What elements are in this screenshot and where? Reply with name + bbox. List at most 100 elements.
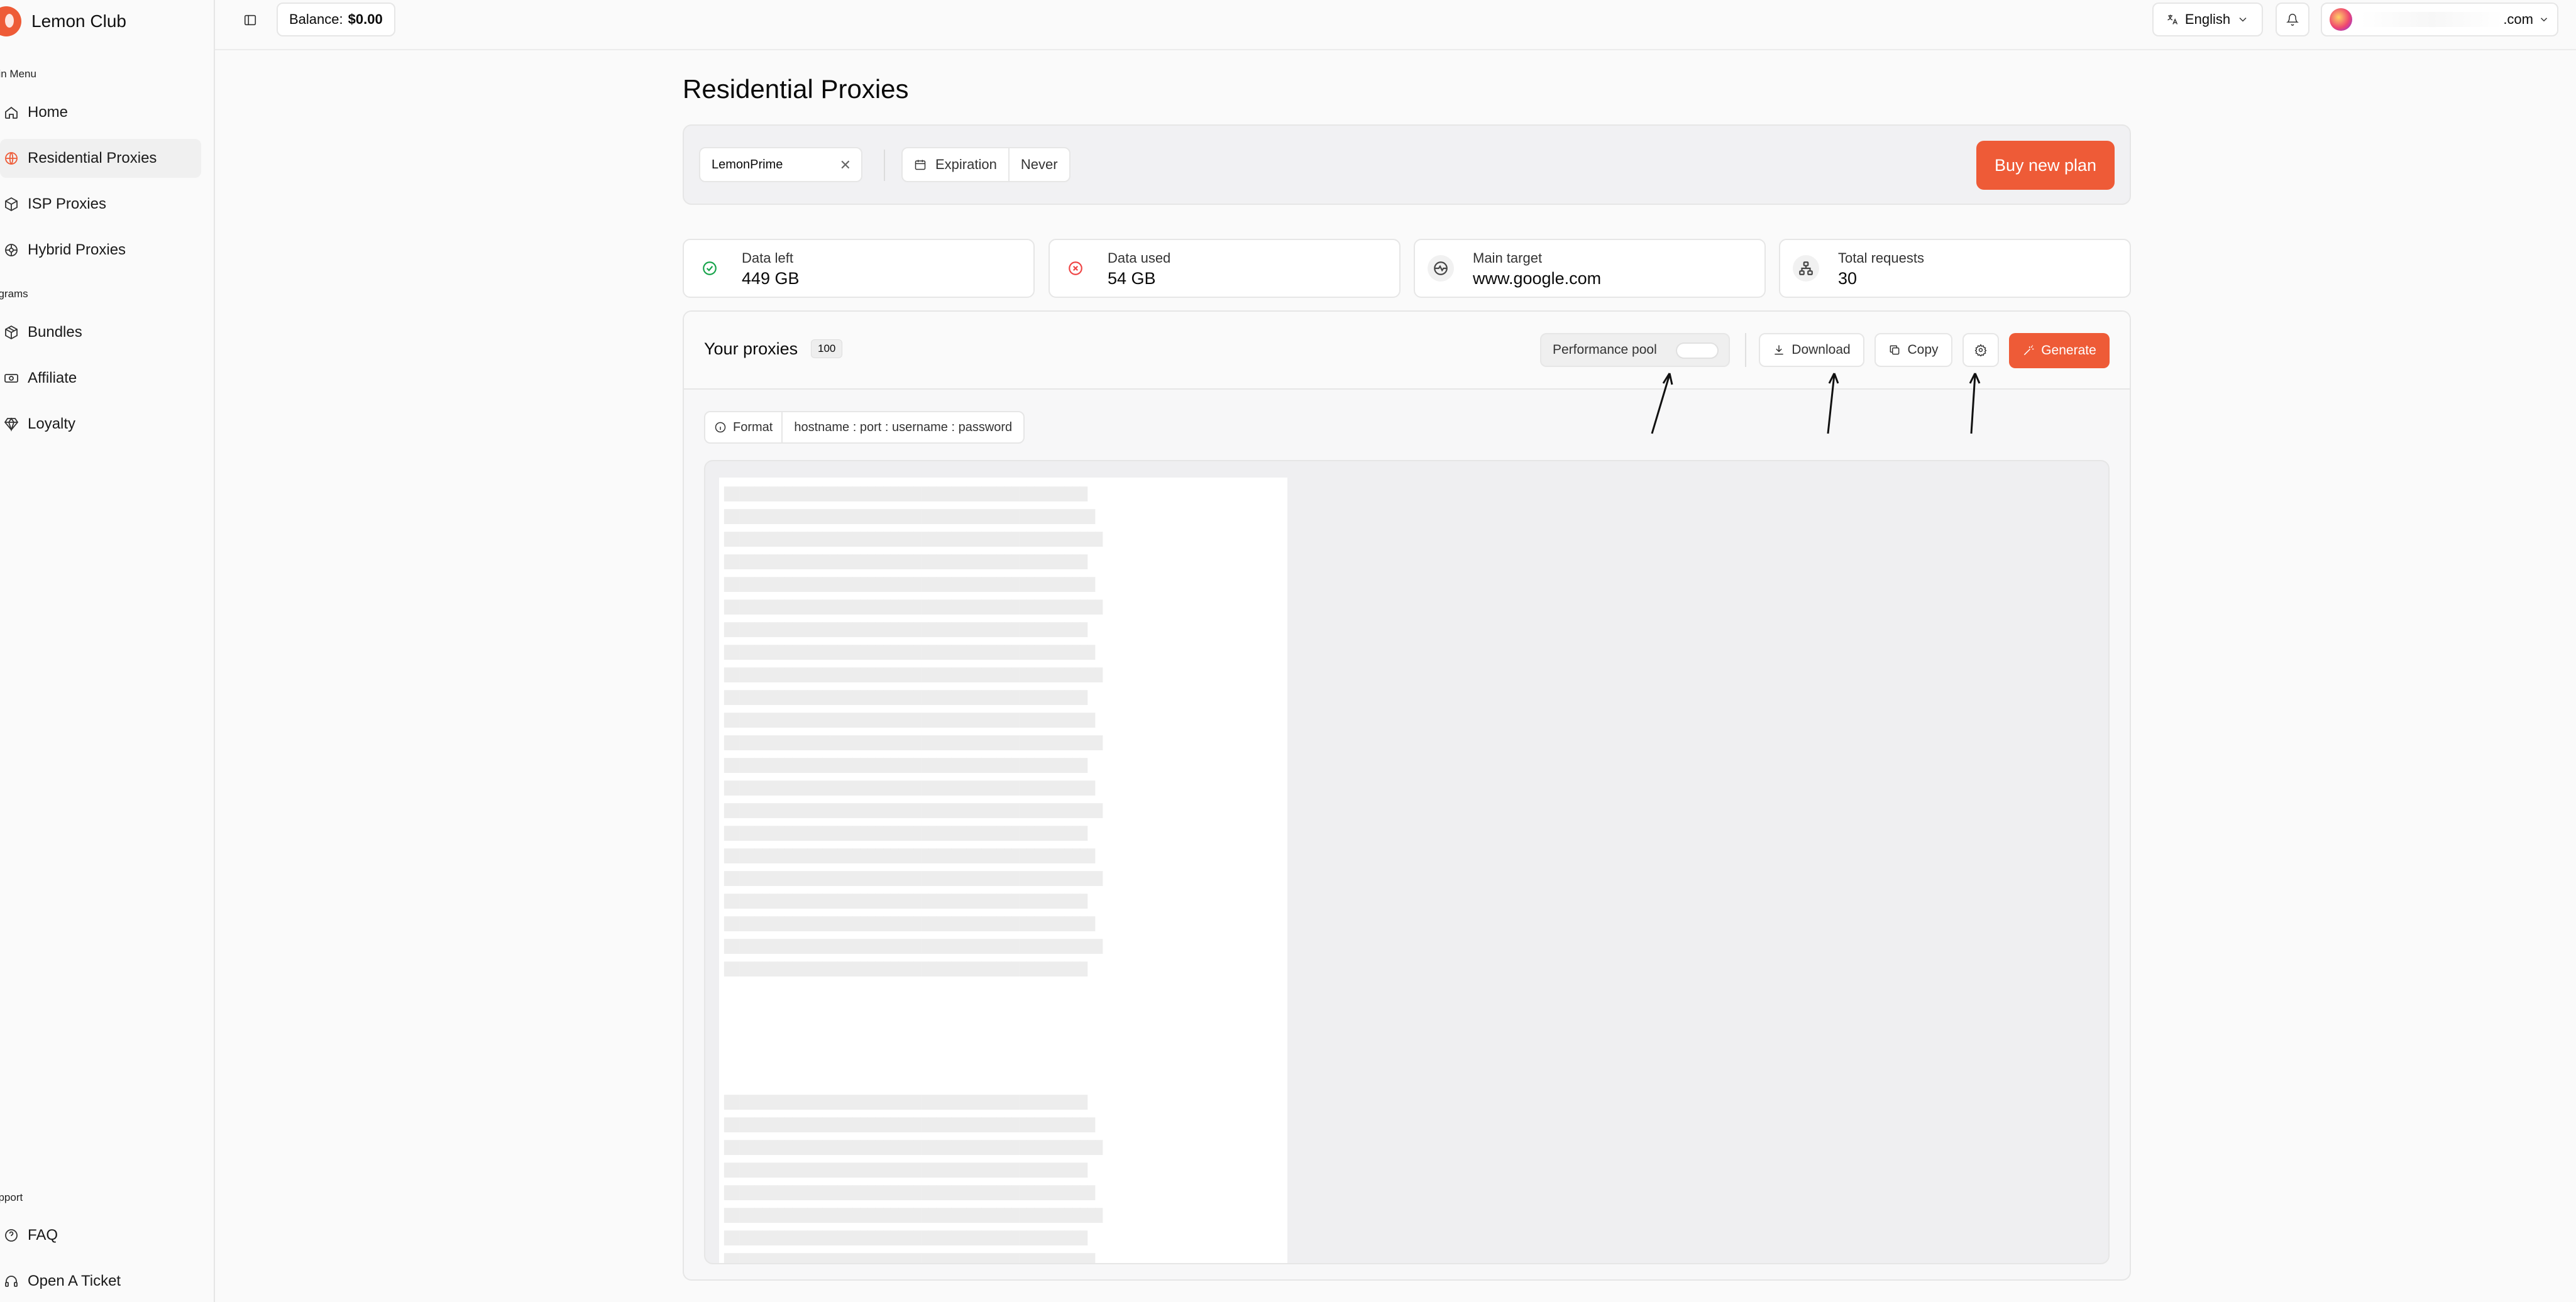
proxies-panel: Your proxies 100 Performance pool Downlo… [683, 310, 2131, 1281]
proxy-line-redacted: ████████████████████████████████████████… [724, 780, 1096, 796]
generate-button[interactable]: Generate [2009, 333, 2110, 368]
info-icon [715, 422, 726, 433]
divider [884, 150, 885, 181]
sidebar-item-hybrid-proxies[interactable]: Hybrid Proxies [0, 231, 201, 270]
proxy-line-redacted: ████████████████████████████████████████… [724, 667, 1103, 682]
proxy-line-redacted: ████████████████████████████████████████… [724, 509, 1096, 524]
user-menu-button[interactable]: .com [2321, 3, 2558, 36]
stat-card-total-requests: Total requests 30 [1779, 239, 2131, 298]
balance-label: Balance: [289, 11, 343, 27]
user-email-suffix: .com [2503, 11, 2533, 27]
proxy-line-redacted: ████████████████████████████████████████… [724, 758, 1087, 773]
download-button[interactable]: Download [1759, 333, 1864, 367]
chevron-down-icon [2540, 18, 2548, 22]
section-label-main-menu: ain Menu [0, 68, 36, 80]
sidebar-item-label: Home [28, 104, 69, 121]
format-value: hostname : port : username : password [794, 420, 1013, 434]
expiration-display: Expiration Never [901, 147, 1071, 182]
proxy-line-redacted: ████████████████████████████████████████… [724, 916, 1096, 931]
sidebar-item-affiliate[interactable]: Affiliate [0, 359, 201, 398]
proxy-line-redacted: ████████████████████████████████████████… [724, 848, 1096, 863]
proxy-line-redacted: ████████████████████████████████████████… [724, 1253, 1096, 1264]
proxy-line-redacted: ████████████████████████████████████████… [724, 532, 1103, 547]
sidebar-item-open-ticket[interactable]: Open A Ticket [0, 1262, 201, 1301]
performance-pool-switch[interactable] [1676, 342, 1719, 359]
plan-bar: LemonPrime ✕ Expiration Never Buy new pl… [683, 124, 2131, 205]
proxy-line-redacted: ████████████████████████████████████████… [724, 1230, 1087, 1245]
stat-label: Main target [1473, 250, 1543, 266]
package-icon [4, 325, 19, 340]
stat-card-data-left: Data left 449 GB [683, 239, 1035, 298]
blank-gap [724, 980, 1282, 1091]
sidebar-item-label: Bundles [28, 324, 82, 341]
sidebar-toggle-button[interactable] [238, 8, 263, 33]
stat-label: Data left [742, 250, 793, 266]
clear-icon[interactable]: ✕ [840, 157, 851, 173]
proxy-output-textarea[interactable]: ████████████████████████████████████████… [704, 460, 2110, 1264]
proxy-line-redacted: ████████████████████████████████████████… [724, 1208, 1103, 1223]
plan-select-value: LemonPrime [712, 157, 783, 172]
divider [1745, 333, 1746, 367]
panel-left-icon [244, 14, 256, 26]
proxy-line-redacted: ████████████████████████████████████████… [724, 713, 1096, 728]
proxy-line-redacted: ████████████████████████████████████████… [724, 599, 1103, 615]
sidebar: Lemon Club ain Menu Home Residential Pro… [0, 0, 215, 1302]
buy-new-plan-button[interactable]: Buy new plan [1976, 141, 2115, 190]
proxy-line-redacted: ████████████████████████████████████████… [724, 554, 1087, 569]
stat-value: www.google.com [1473, 269, 1602, 288]
proxy-line-redacted: ████████████████████████████████████████… [724, 803, 1103, 818]
notifications-button[interactable] [2276, 3, 2309, 36]
performance-pool-toggle[interactable]: Performance pool [1540, 333, 1730, 367]
sidebar-item-loyalty[interactable]: Loyalty [0, 405, 201, 444]
stat-label: Total requests [1838, 250, 1924, 266]
proxies-header: Your proxies 100 Performance pool Downlo… [684, 312, 2130, 390]
proxy-line-redacted: ████████████████████████████████████████… [724, 1185, 1096, 1200]
section-label-support: upport [0, 1191, 23, 1203]
expiration-label: Expiration [935, 156, 997, 172]
proxy-line-redacted: ████████████████████████████████████████… [724, 894, 1087, 909]
network-icon [1793, 255, 1819, 282]
plan-select[interactable]: LemonPrime ✕ [699, 147, 862, 182]
calendar-icon [915, 160, 926, 170]
annotation-arrow-settings [1965, 369, 1984, 438]
x-circle-icon [1062, 255, 1089, 282]
proxy-line-redacted: ████████████████████████████████████████… [724, 690, 1087, 705]
proxy-line-redacted: ████████████████████████████████████████… [724, 622, 1087, 637]
download-label: Download [1792, 342, 1851, 357]
globe-icon [4, 151, 19, 166]
sidebar-item-home[interactable]: Home [0, 93, 201, 132]
annotation-arrow-download [1824, 369, 1843, 438]
balance-display[interactable]: Balance: $0.00 [277, 3, 395, 36]
proxy-list-redacted: ████████████████████████████████████████… [719, 478, 1287, 1264]
copy-button[interactable]: Copy [1874, 333, 1952, 367]
sidebar-item-faq[interactable]: FAQ [0, 1216, 201, 1255]
stat-value: 30 [1838, 269, 1858, 288]
proxy-line-redacted: ████████████████████████████████████████… [724, 826, 1087, 841]
download-icon [1775, 345, 1783, 355]
home-icon [4, 105, 19, 120]
avatar [2330, 8, 2352, 31]
proxy-line-redacted: ████████████████████████████████████████… [724, 871, 1103, 886]
headset-icon [4, 1274, 19, 1289]
proxy-line-redacted: ████████████████████████████████████████… [724, 1095, 1087, 1110]
brand[interactable]: Lemon Club [0, 6, 126, 36]
lemon-logo-icon [0, 6, 21, 36]
bell-icon [2286, 13, 2299, 26]
settings-button[interactable] [1962, 333, 1999, 367]
proxy-line-redacted: ████████████████████████████████████████… [724, 645, 1096, 660]
expiration-label-group: Expiration [903, 148, 1010, 181]
sidebar-item-label: FAQ [28, 1227, 58, 1244]
sidebar-item-residential-proxies[interactable]: Residential Proxies [0, 139, 201, 178]
page-title: Residential Proxies [683, 74, 909, 104]
wand-icon [2024, 345, 2034, 356]
sidebar-item-bundles[interactable]: Bundles [0, 313, 201, 352]
gear-icon [1974, 344, 1987, 356]
proxy-line-redacted: ████████████████████████████████████████… [724, 1117, 1096, 1132]
target-globe-icon [1428, 255, 1454, 282]
language-select[interactable]: English [2152, 3, 2263, 36]
topbar: Balance: $0.00 English .com [215, 0, 2576, 50]
proxy-line-redacted: ████████████████████████████████████████… [724, 1162, 1087, 1178]
generate-label: Generate [2041, 343, 2096, 358]
check-circle-icon [696, 255, 723, 282]
sidebar-item-isp-proxies[interactable]: ISP Proxies [0, 185, 201, 224]
